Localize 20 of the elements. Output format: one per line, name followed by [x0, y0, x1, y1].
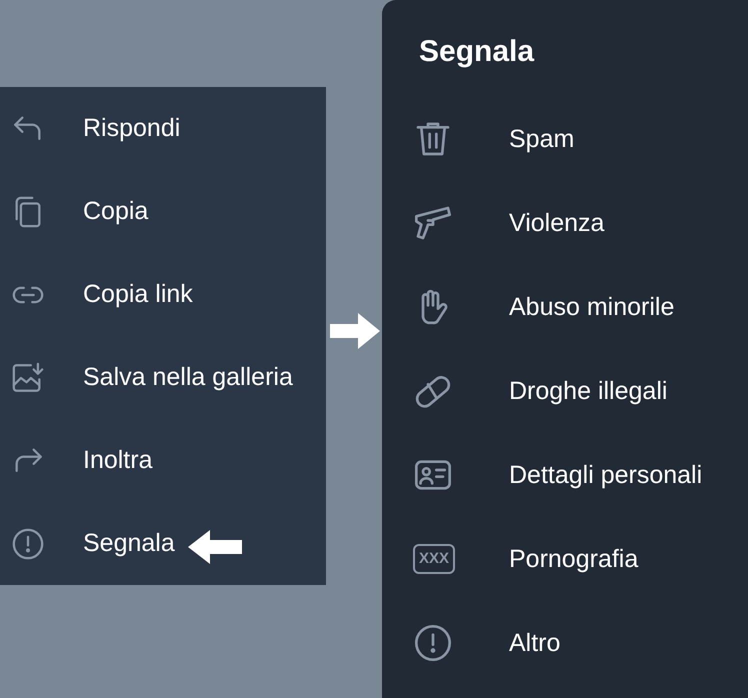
report-option[interactable]: Dettagli personali [382, 433, 748, 517]
report-option[interactable]: Abuso minorile [382, 265, 748, 349]
report-option[interactable]: Droghe illegali [382, 349, 748, 433]
report-option[interactable]: Altro [382, 601, 748, 685]
image-download-icon [11, 360, 45, 394]
menu-item[interactable]: Salva nella galleria [0, 336, 326, 419]
report-option[interactable]: Spam [382, 97, 748, 181]
menu-item[interactable]: Copia [0, 170, 326, 253]
menu-item[interactable]: Rispondi [0, 87, 326, 170]
label-icon: XXX [413, 544, 456, 574]
menu-item[interactable]: Copia link [0, 253, 326, 336]
menu-item[interactable]: Inoltra [0, 419, 326, 502]
exclamation-icon [11, 526, 45, 560]
arrow-icon [330, 313, 380, 349]
menu-item[interactable]: Segnala [0, 502, 326, 585]
report-option[interactable]: XXX Pornografia [382, 517, 748, 601]
panel-title: Segnala [418, 34, 536, 70]
report-option[interactable]: Violenza [382, 181, 748, 265]
exclamation-icon [413, 623, 453, 663]
arrow-icon [188, 530, 242, 564]
